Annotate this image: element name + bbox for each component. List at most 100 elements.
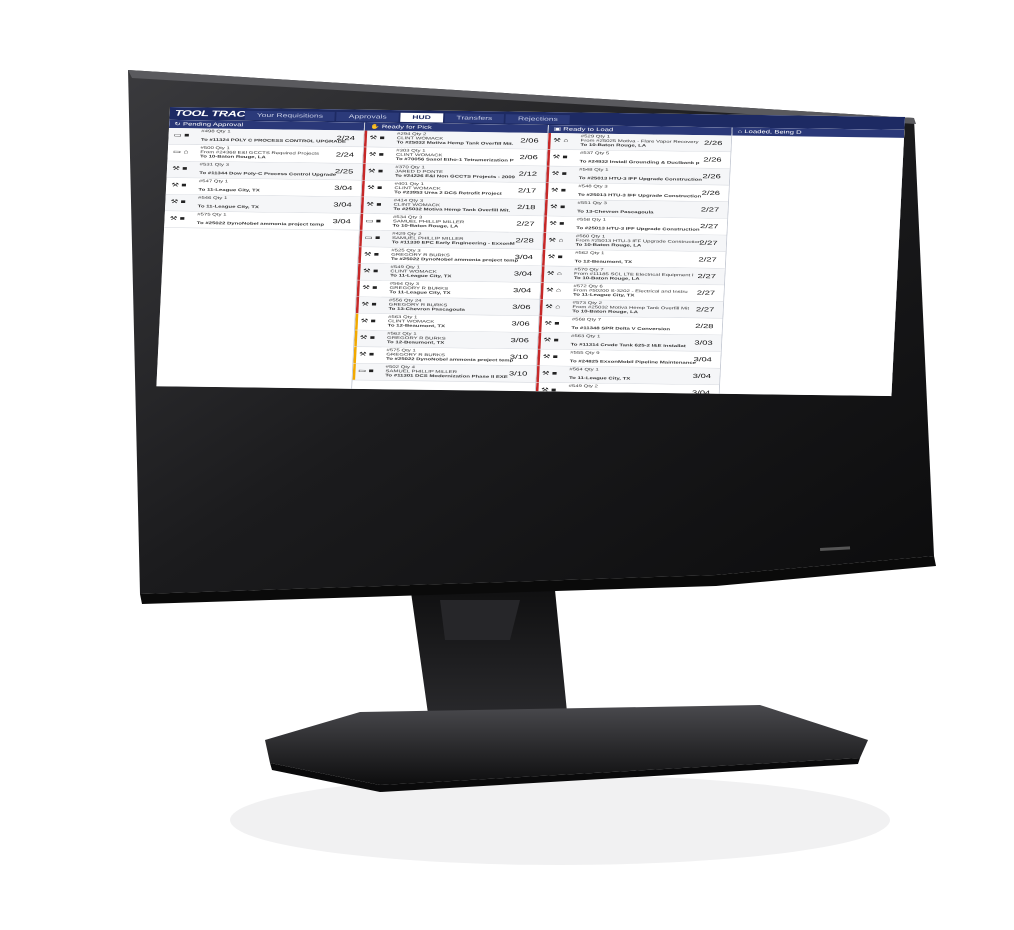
card-date: 3/04 [332, 218, 352, 225]
card-icons: ⚒ ⌂ [545, 304, 569, 311]
priority-bar [539, 299, 543, 316]
wrench-icon: ⚒ [550, 187, 561, 194]
wrench-icon: ⚒ [552, 154, 563, 161]
card-date: 2/28 [695, 323, 714, 330]
card-destination: To #11330 EPC Early Engineering - ExxonM [391, 240, 515, 246]
column-header: ⌂ Loaded, Being D [732, 127, 905, 138]
wrench-icon: ⚒ [171, 165, 183, 172]
laptop-icon: ▭ [173, 132, 185, 139]
truck-icon: ■ [377, 168, 384, 175]
priority-bar [363, 130, 368, 147]
tab-approvals[interactable]: Approvals [336, 111, 399, 122]
card-id-qty: #548 Qty 1 [579, 167, 609, 172]
card-icons: ▭ ■ [364, 235, 388, 242]
card-date: 2/06 [519, 154, 539, 161]
card-id-qty: #558 Qty 1 [576, 217, 607, 222]
truck-icon: ■ [376, 201, 382, 208]
tab-transfers[interactable]: Transfers [444, 113, 505, 124]
truck-icon: ■ [368, 351, 375, 358]
wrench-icon: ⚒ [361, 301, 372, 308]
wrench-icon: ⚒ [542, 353, 553, 360]
card-destination: To 12-Beaumont, TX [386, 340, 445, 345]
card-destination: To #23953 Urea 2 DCS Retrofit Project [394, 190, 502, 196]
card-id-qty: #551 Qty 3 [577, 201, 607, 206]
card-icons: ⚒ ■ [550, 204, 574, 211]
priority-bar [356, 280, 360, 297]
card-date: 2/12 [518, 170, 538, 178]
card-date: 2/26 [703, 156, 722, 164]
tab-hud[interactable]: HUD [400, 112, 444, 123]
card-icons: ⚒ ■ [544, 320, 568, 327]
wrench-icon: ⚒ [549, 203, 561, 211]
requisition-card[interactable]: ▭ ■ #502 Qty 4 SAMUEL PHILLIP MILLER To #1… [352, 363, 537, 383]
wrench-icon: ⚒ [546, 270, 557, 277]
wrench-icon: ⚒ [543, 337, 554, 344]
card-date: 3/10 [508, 370, 528, 378]
priority-bar [542, 232, 547, 250]
card-destination: To 11-League City, TX [198, 187, 260, 193]
card-id-qty: #549 Qty 2 [568, 384, 598, 389]
card-id-qty: #568 Qty 7 [571, 317, 602, 322]
card-destination: To 11-League City, TX [390, 273, 452, 279]
priority-bar [536, 366, 540, 383]
truck-icon: ■ [373, 251, 380, 258]
priority-bar [353, 346, 357, 364]
truck-icon: ■ [551, 370, 558, 377]
card-date: 2/25 [334, 168, 354, 176]
house-icon: ⌂ [183, 149, 189, 156]
wrench-icon: ⚒ [553, 137, 564, 144]
priority-bar [545, 182, 549, 200]
priority-bar [538, 316, 543, 333]
requisition-card[interactable]: ⚒ ■ #575 Qty 1 To #25022 DynoNobel ammoni… [164, 211, 360, 231]
column-title: Pending Approval [182, 121, 244, 128]
wrench-icon: ⚒ [363, 251, 374, 258]
column-title: Loaded, Being D [744, 128, 802, 135]
truck-icon: ■ [557, 254, 563, 261]
card-icons: ⚒ ⌂ [553, 137, 577, 144]
wrench-icon: ⚒ [541, 370, 553, 377]
card-date: 3/04 [333, 201, 352, 209]
wrench-icon: ⚒ [171, 182, 182, 189]
priority-bar [363, 147, 367, 164]
card-date: 2/27 [700, 206, 720, 214]
card-id-qty: #498 Qty 1 [201, 129, 231, 134]
wrench-icon: ⚒ [362, 268, 374, 275]
card-id-qty: #531 Qty 3 [199, 162, 230, 167]
card-date: 2/27 [516, 220, 535, 228]
card-date: 3/04 [692, 372, 712, 380]
wrench-icon: ⚒ [170, 198, 181, 205]
card-destination: To 13-Chevron Pascagoula [388, 307, 465, 312]
wrench-icon: ⚒ [358, 351, 370, 358]
card-destination: To #24932 Install Grounding & Ductbank p [579, 159, 700, 166]
tab-rejections[interactable]: Rejections [505, 114, 571, 125]
wrench-icon: ⚒ [544, 303, 556, 310]
card-id-qty: #546 Qty 1 [197, 196, 228, 201]
priority-bar [546, 166, 550, 183]
card-icons: ⚒ ■ [552, 154, 576, 161]
card-destination: To #25032 Motiva Hemp Tank Overfill Mit. [393, 207, 511, 213]
card-icons: ⚒ ■ [551, 171, 575, 178]
card-id-qty: #555 Qty 9 [570, 350, 600, 356]
card-destination: To #70056 Sasol Etho-1 Tetramerization P [395, 157, 514, 163]
card-destination: To #11301 DCS Modernization Phase II EXE [385, 373, 508, 380]
column-pending-approval: ↻ Pending Approval ▭ ■ #498 Qty 1 To #1132… [156, 119, 366, 389]
truck-icon: ■ [560, 187, 567, 194]
priority-bar [543, 216, 547, 233]
card-date: 3/03 [694, 339, 713, 347]
card-icons: ▭ ■ [174, 132, 198, 139]
truck-icon: ■ [552, 353, 559, 360]
card-icons: ⚒ ■ [542, 370, 566, 377]
card-date: 3/04 [513, 270, 533, 278]
priority-bar [359, 230, 363, 247]
wrench-icon: ⚒ [169, 215, 180, 222]
truck-icon: ■ [372, 284, 378, 291]
tab-your-requisitions[interactable]: Your Requisitions [244, 110, 336, 122]
card-id-qty: #537 Qty 5 [579, 151, 610, 156]
priority-bar [546, 149, 551, 166]
card-icons: ⚒ ■ [543, 337, 567, 344]
card-destination: To #25022 DynoNobel ammonia project temp [196, 221, 325, 227]
column-loaded-being-d: ⌂ Loaded, Being D [719, 127, 906, 397]
card-icons: ⚒ ■ [362, 285, 386, 292]
priority-bar [362, 163, 366, 181]
wrench-icon: ⚒ [359, 334, 370, 341]
